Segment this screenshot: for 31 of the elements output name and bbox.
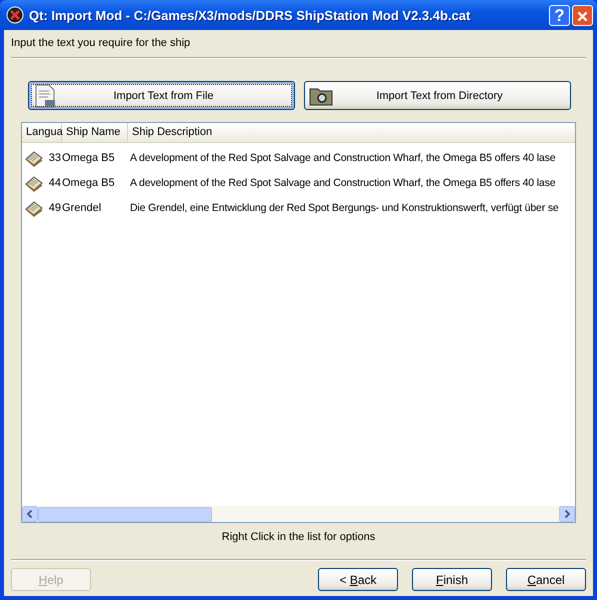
window-title: Qt: Import Mod - C:/Games/X3/mods/DDRS ShipStation Mod V2.3.4b.cat	[29, 8, 472, 22]
ship-name-cell-text: Omega B5	[61, 152, 116, 164]
hint-text: Right Click in the list for options	[220, 530, 376, 545]
notepad-icon	[24, 174, 44, 192]
dialog-button[interactable]: Cancel	[506, 568, 586, 591]
notepad-icon	[24, 198, 44, 216]
scroll-thumb[interactable]	[38, 507, 212, 522]
dialog-button[interactable]: < Back	[318, 568, 398, 591]
scroll-left-icon[interactable]	[22, 506, 38, 522]
column-header[interactable]: Ship Description	[128, 123, 575, 142]
horizontal-scrollbar[interactable]	[22, 506, 575, 522]
help-button[interactable]: ?	[549, 4, 570, 26]
ship-name-cell-text: Grendel	[61, 202, 102, 214]
app-icon	[6, 6, 24, 24]
column-header[interactable]: Ship Name	[62, 123, 128, 142]
instruction-text: Input the text you require for the ship	[10, 36, 192, 51]
import-button[interactable]: Import Text from File	[28, 81, 295, 110]
ship-description-cell-text: A development of the Red Spot Salvage and Construction Wharf, the Omega B5 offers 40 lase	[129, 176, 556, 188]
close-button[interactable]	[572, 4, 593, 26]
import-button[interactable]: Import Text from Directory	[304, 81, 571, 110]
column-header[interactable]: Langua	[22, 123, 62, 142]
ship-name-cell-text: Omega B5	[61, 176, 116, 188]
ship-description-cell-text: Die Grendel, eine Entwicklung der Red Spot Bergungs- und Konstruktionswerft, verfügt über se	[129, 202, 559, 214]
language-cell-text: 49	[48, 202, 61, 214]
scroll-right-icon[interactable]	[559, 506, 575, 522]
dialog-button[interactable]: Finish	[412, 568, 492, 591]
document-icon	[33, 84, 57, 108]
language-cell-text: 44	[48, 176, 61, 188]
language-cell-text: 33	[48, 152, 61, 164]
notepad-icon	[24, 148, 44, 166]
ship-description-cell-text: A development of the Red Spot Salvage and Construction Wharf, the Omega B5 offers 40 lase	[129, 152, 556, 164]
